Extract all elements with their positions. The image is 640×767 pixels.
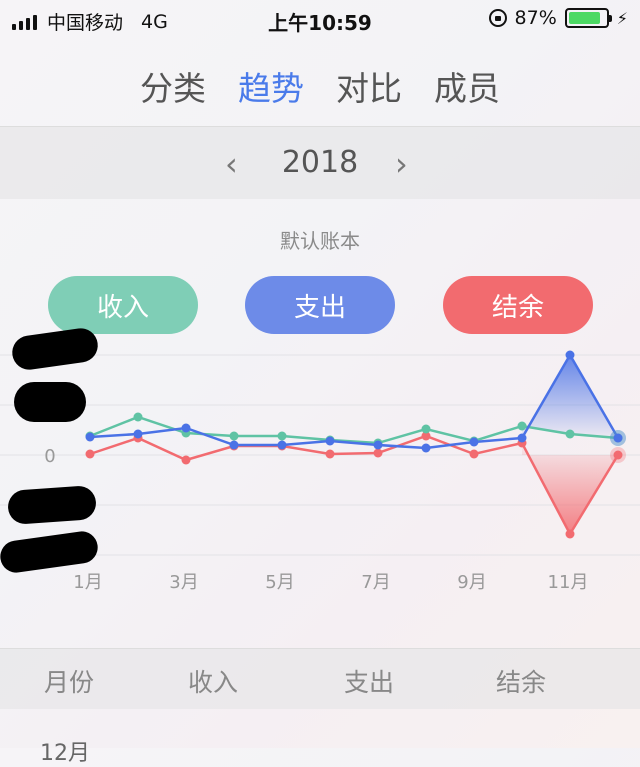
expense-point bbox=[85, 432, 95, 442]
balance-point bbox=[325, 449, 335, 459]
column-header-month: 月份 bbox=[44, 668, 95, 697]
redaction-mark bbox=[14, 382, 86, 422]
expense-point bbox=[565, 350, 575, 360]
charging-icon: ⚡ bbox=[616, 8, 628, 28]
y-tick-label: 0 bbox=[44, 446, 55, 467]
expense-point bbox=[229, 440, 239, 450]
year-label: 2018 bbox=[281, 145, 359, 180]
tab-bar: 分类 趋势 对比 成员 bbox=[0, 62, 640, 110]
balance-line bbox=[89, 434, 620, 537]
income-point bbox=[229, 431, 239, 441]
expense-point bbox=[469, 437, 479, 447]
expense-point bbox=[133, 429, 143, 439]
x-tick-label: 3月 bbox=[169, 572, 198, 593]
x-tick-label: 5月 bbox=[265, 572, 294, 593]
expense-area bbox=[522, 355, 618, 438]
expense-point bbox=[277, 440, 287, 450]
tab-members[interactable]: 成员 bbox=[434, 62, 500, 110]
account-book-name: 默认账本 bbox=[280, 229, 360, 253]
redaction-mark bbox=[6, 484, 98, 526]
table-row-month[interactable]: 12月 bbox=[40, 735, 90, 767]
income-point bbox=[133, 412, 143, 422]
income-point bbox=[565, 429, 575, 439]
expense-point bbox=[181, 423, 191, 433]
status-bar: 中国移动 4G 上午10:59 87% ⚡ bbox=[0, 0, 640, 40]
income-point bbox=[421, 424, 431, 434]
trend-chart[interactable]: 0 1月 3月 5月 7月 9月 11月 bbox=[0, 340, 640, 600]
balance-point bbox=[565, 529, 575, 539]
tab-trend[interactable]: 趋势 bbox=[238, 62, 304, 110]
expense-toggle-button[interactable]: 支出 bbox=[245, 276, 395, 334]
expense-point bbox=[325, 436, 335, 446]
expense-line bbox=[89, 352, 620, 450]
x-tick-label: 7月 bbox=[361, 572, 390, 593]
column-header-income: 收入 bbox=[188, 668, 239, 697]
income-point bbox=[277, 431, 287, 441]
column-header-expense: 支出 bbox=[344, 668, 395, 697]
rotation-lock-icon bbox=[488, 9, 507, 27]
status-right: 87% ⚡ bbox=[488, 7, 628, 29]
chevron-right-icon[interactable]: › bbox=[395, 145, 408, 183]
column-header-balance: 结余 bbox=[496, 668, 547, 697]
expense-point bbox=[517, 433, 527, 443]
balance-point bbox=[181, 455, 191, 465]
income-point bbox=[517, 421, 527, 431]
balance-area bbox=[522, 443, 618, 534]
balance-point bbox=[85, 449, 95, 459]
expense-point bbox=[613, 433, 623, 443]
expense-point bbox=[421, 443, 431, 453]
balance-point bbox=[373, 448, 383, 458]
x-tick-label: 1月 bbox=[73, 572, 102, 593]
battery-icon bbox=[564, 8, 612, 28]
year-navigator: ‹ 2018 › bbox=[0, 126, 640, 199]
income-toggle-button[interactable]: 收入 bbox=[48, 276, 198, 334]
battery-percent: 87% bbox=[514, 7, 557, 29]
table-header: 月份 收入 支出 结余 bbox=[0, 648, 640, 709]
balance-point bbox=[469, 449, 479, 459]
x-tick-label: 11月 bbox=[548, 572, 589, 593]
expense-point bbox=[373, 440, 383, 450]
balance-point bbox=[613, 450, 623, 460]
tab-category[interactable]: 分类 bbox=[140, 62, 206, 110]
x-tick-label: 9月 bbox=[457, 572, 486, 593]
balance-toggle-button[interactable]: 结余 bbox=[443, 276, 593, 334]
tab-compare[interactable]: 对比 bbox=[336, 62, 402, 110]
